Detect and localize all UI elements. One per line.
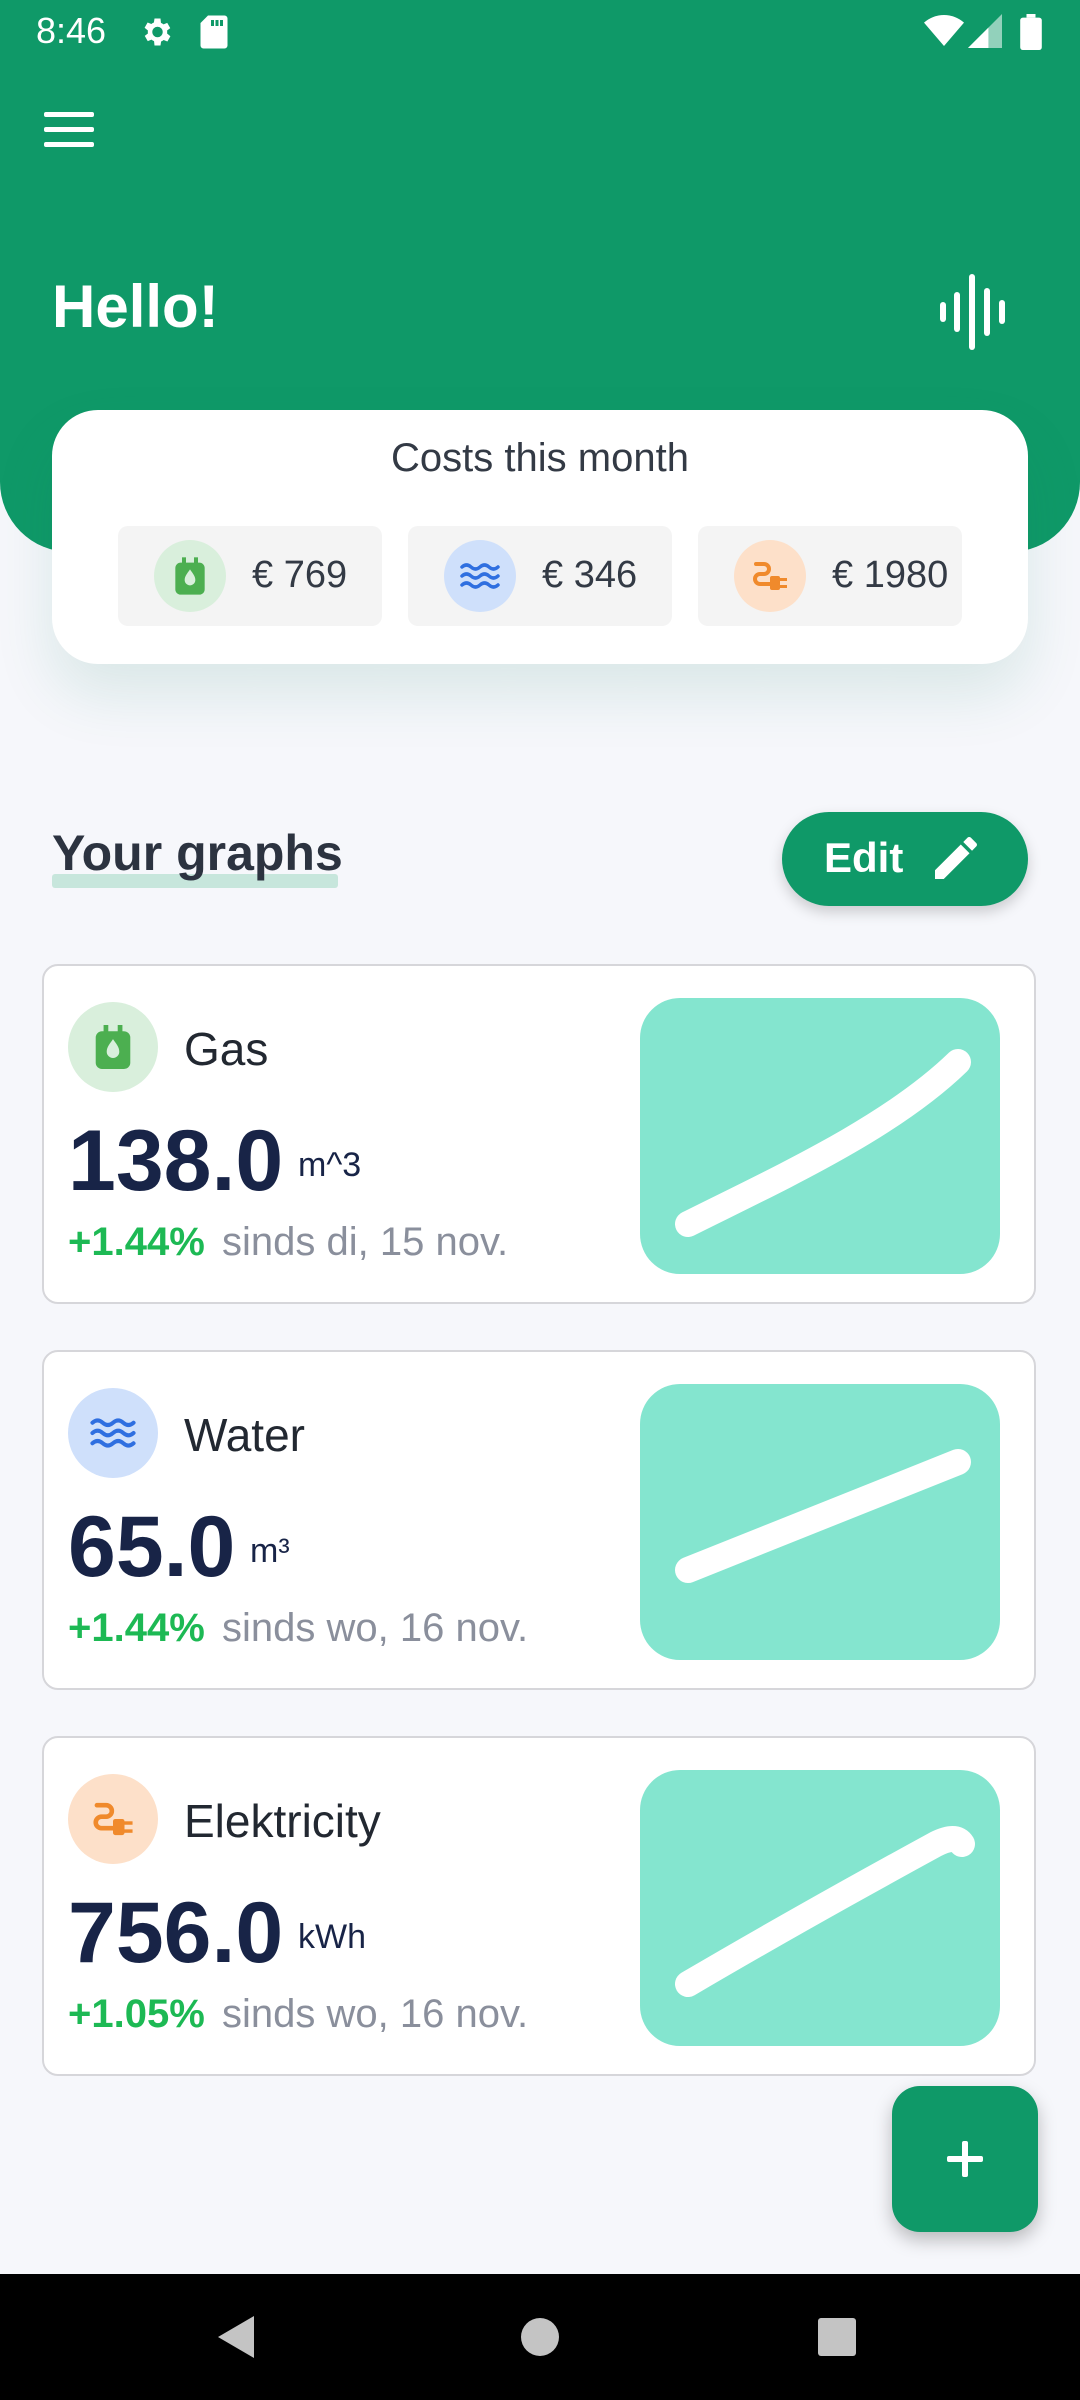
voice-waveform-icon[interactable] — [936, 274, 1016, 350]
water-waves-icon — [68, 1388, 158, 1478]
graph-value: 138.0 — [68, 1113, 284, 1209]
gear-icon — [138, 14, 174, 55]
graph-card-electricity[interactable]: Elektricity 756.0 kWh +1.05% sinds wo, 1… — [42, 1736, 1036, 2076]
your-graphs-title: Your graphs — [52, 825, 343, 881]
cost-value-gas: € 769 — [252, 554, 348, 596]
graph-unit: m^3 — [298, 1146, 362, 1184]
graph-unit: m³ — [250, 1532, 290, 1570]
graph-since: sinds wo, 16 nov. — [222, 1606, 529, 1650]
costs-card: Costs this month € 769 € 346 € 1980 — [52, 410, 1028, 664]
graph-card-water[interactable]: Water 65.0 m³ +1.44% sinds wo, 16 nov. — [42, 1350, 1036, 1690]
graph-since: sinds di, 15 nov. — [222, 1220, 509, 1264]
home-icon[interactable] — [503, 2300, 577, 2374]
cost-chip-water[interactable]: € 346 — [408, 526, 672, 626]
add-graph-button[interactable] — [892, 2086, 1038, 2232]
electric-plug-icon — [68, 1774, 158, 1864]
edit-button[interactable]: Edit — [782, 812, 1028, 906]
greeting-title: Hello! — [52, 273, 219, 340]
wifi-icon — [924, 14, 964, 53]
back-icon[interactable] — [200, 2300, 274, 2374]
cell-signal-icon — [968, 14, 1002, 53]
graph-card-gas[interactable]: Gas 138.0 m^3 +1.44% sinds di, 15 nov. — [42, 964, 1036, 1304]
graph-sparkline — [640, 998, 1000, 1274]
edit-label: Edit — [824, 834, 904, 881]
cost-chip-electricity[interactable]: € 1980 — [698, 526, 962, 626]
cost-value-electricity: € 1980 — [832, 554, 949, 596]
system-nav-bar — [0, 2274, 1080, 2400]
graph-change: +1.44% — [68, 1220, 205, 1264]
electric-plug-icon — [734, 540, 806, 612]
graph-sparkline — [640, 1384, 1000, 1660]
gas-canister-icon — [68, 1002, 158, 1092]
graph-name: Elektricity — [184, 1795, 381, 1847]
hamburger-menu-icon[interactable] — [44, 110, 104, 162]
recents-icon[interactable] — [800, 2300, 874, 2374]
graph-sparkline — [640, 1770, 1000, 2046]
graph-since: sinds wo, 16 nov. — [222, 1992, 529, 2036]
costs-title: Costs this month — [391, 436, 689, 480]
battery-icon — [1020, 14, 1042, 55]
sd-card-icon — [198, 14, 230, 55]
graph-value: 65.0 — [68, 1499, 236, 1595]
graph-name: Water — [184, 1409, 305, 1461]
cost-value-water: € 346 — [542, 554, 638, 596]
graph-change: +1.05% — [68, 1992, 205, 2036]
graph-value: 756.0 — [68, 1885, 284, 1981]
pencil-icon — [928, 830, 984, 891]
plus-icon — [939, 2133, 991, 2190]
water-waves-icon — [444, 540, 516, 612]
status-bar: 8:46 — [0, 0, 1080, 64]
graph-unit: kWh — [298, 1918, 366, 1956]
gas-canister-icon — [154, 540, 226, 612]
graph-change: +1.44% — [68, 1606, 205, 1650]
graph-name: Gas — [184, 1023, 269, 1075]
cost-chip-gas[interactable]: € 769 — [118, 526, 382, 626]
status-time: 8:46 — [36, 10, 107, 51]
